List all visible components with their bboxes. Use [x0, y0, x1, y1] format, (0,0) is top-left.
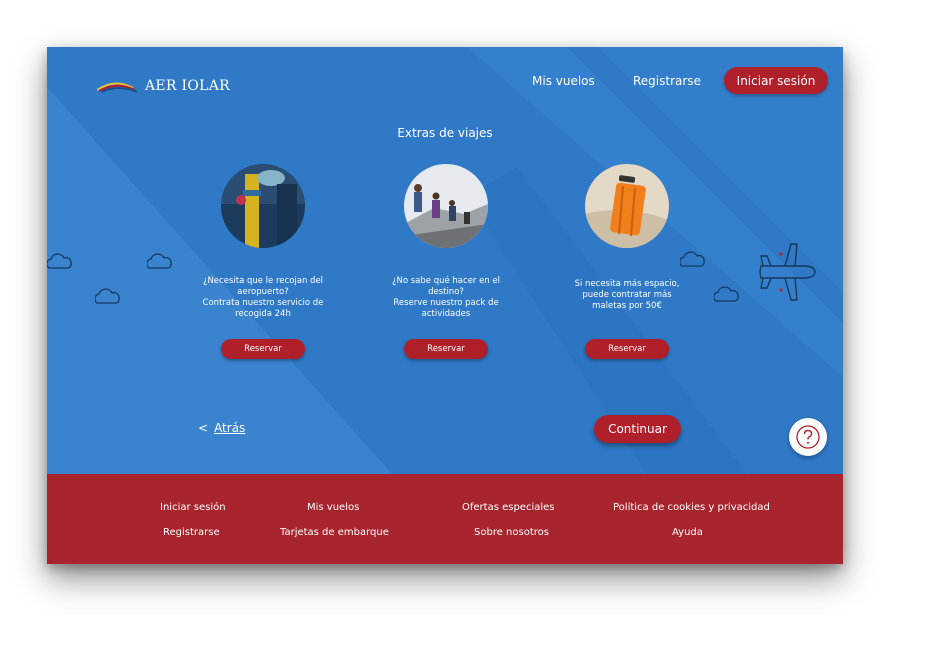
extra-text-line: maletas por 50€	[592, 301, 662, 311]
footer-my-flights-link[interactable]: Mis vuelos	[307, 502, 359, 513]
brand-logo[interactable]: AER IOLAR	[97, 76, 230, 96]
airplane-icon	[759, 243, 816, 301]
footer-about-us-link[interactable]: Sobre nosotros	[474, 527, 549, 538]
extra-card-luggage: Si necesita más espacio, puede contratar…	[547, 164, 707, 364]
login-button[interactable]: Iniciar sesión	[724, 67, 828, 94]
back-label: Atrás	[214, 421, 246, 435]
extra-card-activities: ¿No sabe qué hacer en el destino? Reserv…	[366, 164, 526, 364]
extra-text-line: aeropuerto?	[237, 287, 289, 297]
extra-text-line: actividades	[421, 309, 471, 319]
nav-my-flights-link[interactable]: Mis vuelos	[532, 74, 595, 88]
chevron-left-icon: <	[198, 421, 209, 435]
nav-register-link[interactable]: Registrarse	[633, 74, 701, 88]
cloud-icon	[47, 253, 72, 269]
pickup-image	[221, 164, 305, 248]
extra-card-pickup: ¿Necesita que le recojan del aeropuerto?…	[183, 164, 343, 364]
cloud-icon	[95, 288, 120, 304]
question-icon	[796, 425, 820, 449]
reserve-pickup-button[interactable]: Reservar	[221, 339, 305, 359]
logo-wings-icon	[97, 82, 137, 93]
luggage-image	[585, 164, 669, 248]
footer-register-link[interactable]: Registrarse	[163, 527, 220, 538]
extra-text-line: ¿Necesita que le recojan del	[202, 276, 324, 286]
cloud-icon	[147, 253, 172, 269]
reserve-activities-button[interactable]: Reservar	[404, 339, 488, 359]
page-title: Extras de viajes	[397, 126, 493, 140]
continue-button[interactable]: Continuar	[594, 415, 681, 443]
extra-text-line: puede contratar más	[582, 290, 672, 300]
brand-name: AER IOLAR	[145, 78, 230, 94]
extra-text-line: Contrata nuestro servicio de	[202, 298, 324, 308]
footer: Iniciar sesión Mis vuelos Ofertas especi…	[47, 474, 843, 564]
app-window: AER IOLAR Mis vuelos Registrarse Iniciar…	[47, 47, 843, 564]
reserve-luggage-button[interactable]: Reservar	[585, 339, 669, 359]
footer-login-link[interactable]: Iniciar sesión	[160, 502, 226, 513]
extra-text-line: ¿No sabe qué hacer en el	[391, 276, 501, 286]
activities-image	[404, 164, 488, 248]
help-button[interactable]	[789, 418, 827, 456]
footer-boarding-passes-link[interactable]: Tarjetas de embarque	[280, 527, 389, 538]
footer-help-link[interactable]: Ayuda	[672, 527, 703, 538]
hero-section: AER IOLAR Mis vuelos Registrarse Iniciar…	[47, 47, 843, 474]
back-link[interactable]: < Atrás	[198, 421, 245, 435]
extra-text-line: destino?	[428, 287, 464, 297]
extra-text-line: Reserve nuestro pack de	[393, 298, 499, 308]
cloud-icon	[714, 286, 739, 302]
footer-cookies-privacy-link[interactable]: Política de cookies y privacidad	[613, 502, 770, 513]
footer-special-offers-link[interactable]: Ofertas especiales	[462, 502, 555, 513]
extra-text-line: recogida 24h	[235, 309, 291, 319]
extra-text-line: Si necesita más espacio,	[574, 279, 680, 289]
